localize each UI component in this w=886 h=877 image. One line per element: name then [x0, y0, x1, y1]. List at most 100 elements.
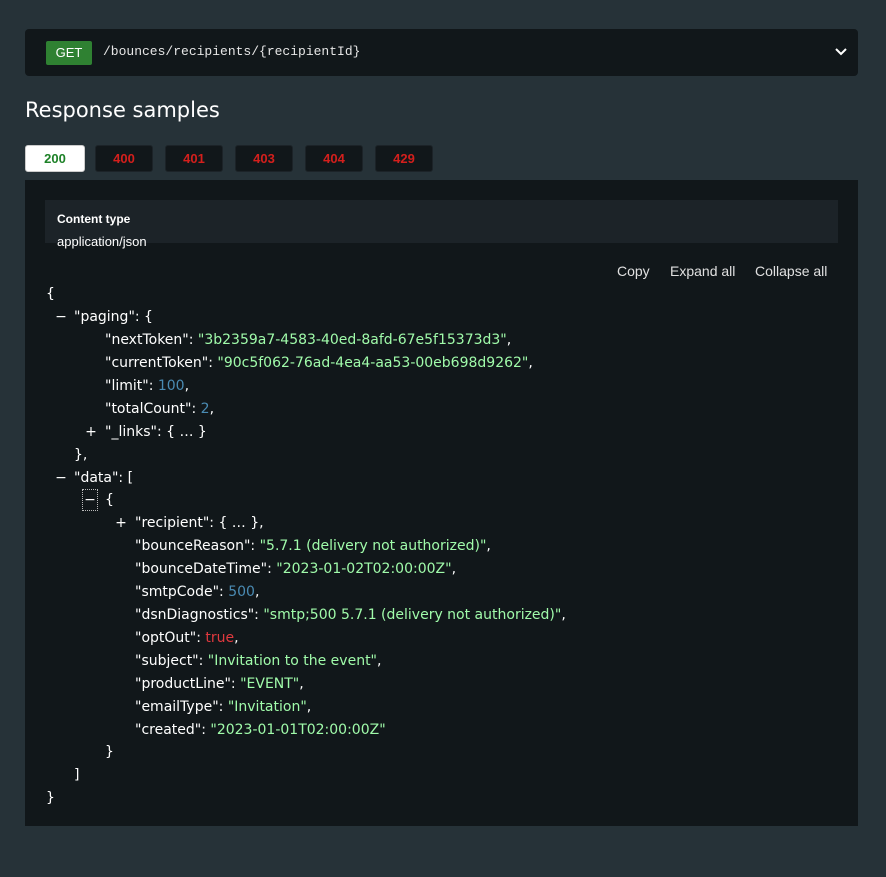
- json-boolean: true: [205, 630, 235, 646]
- json-punc: :: [191, 401, 201, 417]
- json-key: "bounceDateTime": [135, 561, 268, 577]
- tab-200[interactable]: 200: [25, 145, 85, 172]
- content-type-label: Content type: [57, 212, 131, 226]
- json-line: "currentToken": "90c5f062-76ad-4ea4-aa53…: [105, 353, 533, 373]
- copy-button[interactable]: Copy: [617, 263, 650, 279]
- json-key: "optOut": [135, 630, 197, 646]
- json-punc: },: [74, 447, 88, 463]
- json-punc: :: [198, 653, 208, 669]
- section-title: Response samples: [25, 98, 220, 122]
- json-punc: ,: [451, 561, 457, 577]
- json-line: "totalCount": 2,: [105, 399, 214, 419]
- json-line: "paging": {: [74, 307, 153, 327]
- tab-400[interactable]: 400: [95, 145, 153, 172]
- json-line: "limit": 100,: [105, 376, 189, 396]
- content-type-box: Content type application/json: [45, 200, 838, 249]
- json-key: "productLine": [135, 676, 231, 692]
- json-key: "bounceReason": [135, 538, 251, 554]
- json-line: "subject": "Invitation to the event",: [135, 651, 381, 671]
- json-punc: :: [250, 538, 260, 554]
- json-punc: :: [148, 378, 158, 394]
- json-punc: :: [267, 561, 277, 577]
- json-key: "subject": [135, 653, 199, 669]
- json-punc: {: [46, 286, 55, 302]
- endpoint-bar[interactable]: GET /bounces/recipients/{recipientId}: [25, 29, 858, 76]
- json-collapsed: : { … }: [156, 424, 207, 440]
- json-key: "nextToken": [105, 332, 189, 348]
- tab-403[interactable]: 403: [235, 145, 293, 172]
- json-punc: ,: [209, 401, 215, 417]
- json-key: "emailType": [135, 699, 219, 715]
- json-line: {: [105, 490, 114, 510]
- json-line: "emailType": "Invitation",: [135, 697, 311, 717]
- json-punc: : [: [118, 470, 134, 486]
- http-method-badge: GET: [46, 41, 92, 65]
- json-punc: :: [230, 676, 241, 692]
- endpoint-path: /bounces/recipients/{recipientId}: [103, 44, 361, 59]
- json-punc: ]: [74, 767, 80, 783]
- json-string: "Invitation": [227, 699, 307, 715]
- collapse-toggle[interactable]: −: [54, 307, 68, 327]
- json-line: "_links": { … }: [105, 422, 207, 442]
- json-line: "bounceReason": "5.7.1 (delivery not aut…: [135, 536, 491, 556]
- tab-429[interactable]: 429: [375, 145, 433, 172]
- json-line: ]: [74, 765, 79, 785]
- json-key: "currentToken": [105, 355, 209, 371]
- tab-404[interactable]: 404: [305, 145, 363, 172]
- json-punc: ,: [184, 378, 190, 394]
- json-string: "smtp;500 5.7.1 (delivery not authorized…: [263, 607, 562, 623]
- json-punc: :: [218, 699, 228, 715]
- json-string: "5.7.1 (delivery not authorized)": [259, 538, 487, 554]
- collapse-toggle-focused[interactable]: −: [82, 489, 98, 511]
- json-punc: :: [188, 332, 198, 348]
- expand-all-button[interactable]: Expand all: [670, 263, 735, 279]
- json-punc: :: [254, 607, 264, 623]
- json-number: 100: [157, 378, 185, 394]
- json-punc: ,: [234, 630, 239, 646]
- json-string: "Invitation to the event": [207, 653, 377, 669]
- json-key: "smtpCode": [135, 584, 220, 600]
- expand-toggle[interactable]: +: [84, 422, 98, 442]
- json-line: "data": [: [74, 468, 133, 488]
- json-collapsed: : { … },: [209, 515, 264, 531]
- json-line: "optOut": true,: [135, 628, 239, 648]
- json-string: "2023-01-01T02:00:00Z": [210, 722, 386, 738]
- json-key: "_links": [105, 424, 157, 440]
- json-punc: ,: [528, 355, 533, 371]
- json-punc: }: [46, 790, 55, 806]
- json-string: "EVENT": [240, 676, 300, 692]
- json-number: 2: [200, 401, 210, 417]
- json-string: "3b2359a7-4583-40ed-8afd-67e5f15373d3": [197, 332, 507, 348]
- tab-401[interactable]: 401: [165, 145, 223, 172]
- json-line: "bounceDateTime": "2023-01-02T02:00:00Z"…: [135, 559, 456, 579]
- json-key: "limit": [105, 378, 149, 394]
- chevron-down-icon[interactable]: [834, 45, 848, 59]
- json-punc: }: [105, 744, 114, 760]
- json-punc: {: [105, 492, 114, 508]
- json-line: }: [105, 742, 114, 762]
- collapse-all-button[interactable]: Collapse all: [755, 263, 827, 279]
- json-line: "created": "2023-01-01T02:00:00Z": [135, 720, 386, 740]
- json-key: "dsnDiagnostics": [135, 607, 255, 623]
- json-punc: ,: [306, 699, 312, 715]
- json-key: "totalCount": [105, 401, 192, 417]
- json-punc: ,: [486, 538, 491, 554]
- json-punc: : {: [134, 309, 153, 325]
- json-line: "recipient": { … },: [135, 513, 264, 533]
- json-line: "nextToken": "3b2359a7-4583-40ed-8afd-67…: [105, 330, 511, 350]
- json-key: "paging": [74, 309, 135, 325]
- response-panel: Content type application/json Copy Expan…: [25, 180, 858, 826]
- json-line: "smtpCode": 500,: [135, 582, 259, 602]
- json-line: "dsnDiagnostics": "smtp;500 5.7.1 (deliv…: [135, 605, 566, 625]
- json-string: "90c5f062-76ad-4ea4-aa53-00eb698d9262": [217, 355, 529, 371]
- json-punc: ,: [377, 653, 382, 669]
- json-key: "data": [74, 470, 119, 486]
- json-punc: ,: [506, 332, 512, 348]
- json-line: "productLine": "EVENT",: [135, 674, 304, 694]
- json-string: "2023-01-02T02:00:00Z": [276, 561, 452, 577]
- json-key: "created": [135, 722, 202, 738]
- expand-toggle[interactable]: +: [114, 513, 128, 533]
- json-line: },: [74, 445, 87, 465]
- collapse-toggle[interactable]: −: [54, 468, 68, 488]
- json-punc: :: [201, 722, 211, 738]
